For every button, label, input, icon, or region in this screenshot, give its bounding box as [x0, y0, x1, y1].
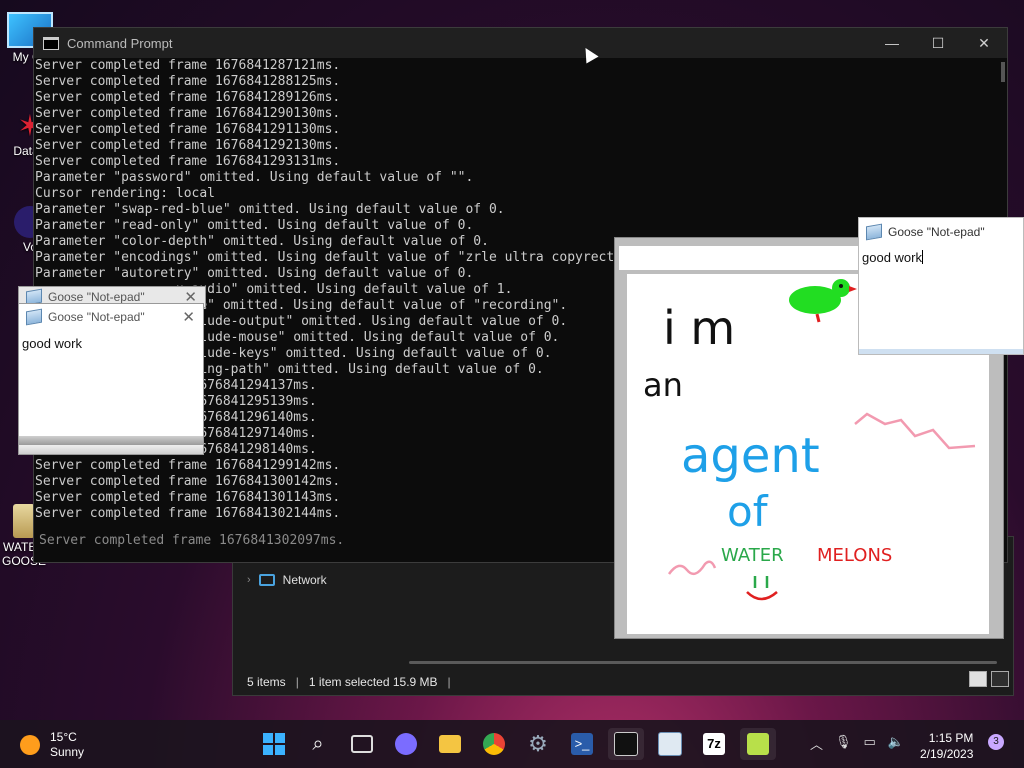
notepad-icon [26, 308, 42, 325]
tiles-view-button[interactable] [991, 671, 1009, 687]
status-selection: 1 item selected 15.9 MB [308, 675, 438, 689]
goose-sprite[interactable] [789, 279, 857, 323]
weather-description: Sunny [50, 745, 85, 759]
drawing-toolbar [619, 246, 859, 270]
nav-item-network[interactable]: › Network [247, 573, 327, 587]
console-line: Server completed frame 1676841289126ms. [35, 90, 341, 105]
powershell-icon: >_ [571, 733, 593, 755]
console-line: Cursor rendering: local [35, 186, 216, 201]
console-line: Server completed frame 1676841293131ms. [35, 154, 341, 169]
window-title: Goose "Not-epad" [48, 290, 145, 304]
goose-icon [747, 733, 769, 755]
drawing-text-water: WATER [721, 545, 784, 566]
note-text: good work [862, 250, 922, 265]
volume-icon[interactable]: 🔈 [888, 734, 904, 753]
status-item-count: 5 items [247, 675, 286, 689]
console-line: Server completed frame 1676841290130ms. [35, 106, 341, 121]
window-title: Goose "Not-epad" [48, 309, 145, 324]
terminal-icon [614, 732, 638, 756]
windows-icon [263, 733, 285, 755]
terminal-button[interactable] [608, 728, 644, 760]
title-bar[interactable]: Command Prompt — ☐ ✕ [34, 28, 1007, 58]
horizontal-scrollbar[interactable] [409, 661, 997, 664]
title-bar[interactable]: Goose "Not-epad" [859, 218, 1023, 246]
note-text-editor[interactable]: good work [859, 246, 1023, 265]
close-button[interactable]: ✕ [961, 35, 1007, 52]
drawing-text-im: i m [663, 301, 735, 355]
console-line: Server completed frame 1676841291130ms. [35, 122, 341, 137]
start-button[interactable] [256, 728, 292, 760]
sun-icon [20, 735, 40, 755]
status-separator: | [447, 675, 451, 689]
network-icon[interactable]: ▭ [864, 734, 876, 753]
console-line: Server completed frame 1676841288125ms. [35, 74, 341, 89]
chevron-up-icon[interactable]: ︿ [810, 734, 823, 753]
terminal-icon [43, 36, 59, 50]
minimize-button[interactable]: — [869, 35, 915, 51]
teams-button[interactable] [388, 728, 424, 760]
notification-badge[interactable]: 3 [988, 734, 1004, 750]
clock-date: 2/19/2023 [920, 747, 974, 761]
file-explorer-button[interactable] [432, 728, 468, 760]
text-caret [921, 250, 923, 264]
archive-icon [13, 504, 35, 538]
console-line-partial: Server completed frame 1676841302097ms. [39, 533, 345, 548]
drawing-text-melons: MELONS [817, 545, 892, 566]
drawing-text-of: of [727, 487, 769, 536]
window-footer [19, 436, 203, 454]
task-view-icon [351, 735, 373, 753]
window-footer [859, 349, 1023, 354]
taskbar: 15°C Sunny ⌕ ⚙ >_ 7z ︿ 🎙 ▭ 🔈 1:15 PM 2/1… [0, 720, 1024, 768]
note-text[interactable]: good work [19, 329, 203, 351]
maximize-button[interactable]: ☐ [915, 35, 961, 52]
clock-time: 1:15 PM [928, 731, 974, 745]
close-icon[interactable]: ✕ [182, 308, 195, 326]
system-tray: ︿ 🎙 ▭ 🔈 [810, 734, 904, 753]
clock[interactable]: 1:15 PM 2/19/2023 [920, 730, 973, 762]
chrome-button[interactable] [476, 728, 512, 760]
window-title: Command Prompt [67, 35, 173, 51]
window-title: Goose "Not-epad" [888, 225, 985, 239]
chevron-right-icon[interactable]: › [247, 574, 251, 586]
7zip-button[interactable]: 7z [696, 728, 732, 760]
search-button[interactable]: ⌕ [300, 728, 336, 760]
drawing-text-agent: agent [681, 428, 820, 484]
settings-button[interactable]: ⚙ [520, 728, 556, 760]
folder-icon [439, 735, 461, 753]
drawing-squiggle-pink-small [667, 560, 717, 576]
chrome-icon [483, 733, 505, 755]
network-icon [258, 574, 275, 586]
notepad-button[interactable] [652, 728, 688, 760]
view-toggle [969, 671, 1009, 687]
goose-button[interactable] [740, 728, 776, 760]
vertical-scrollbar[interactable] [1001, 62, 1005, 82]
drawing-text-an: an [643, 366, 683, 404]
notepad-window[interactable]: Goose "Not-epad" good work [858, 217, 1024, 355]
drawing-squiggle-pink [854, 412, 976, 450]
status-bar: 5 items | 1 item selected 15.9 MB | [247, 675, 451, 689]
powershell-button[interactable]: >_ [564, 728, 600, 760]
taskbar-apps: ⌕ ⚙ >_ 7z [256, 728, 776, 760]
chat-icon [395, 733, 417, 755]
weather-widget[interactable]: 15°C Sunny [20, 730, 84, 760]
notepad-icon [866, 223, 882, 241]
status-separator: | [295, 675, 299, 689]
7zip-icon: 7z [703, 733, 725, 755]
console-line: Server completed frame 1676841292130ms. [35, 138, 341, 153]
console-line: Parameter "swap-red-blue" omitted. Using… [35, 202, 505, 217]
drawing-smiley-mouth [746, 591, 778, 601]
nav-item-label: Network [282, 573, 327, 587]
gear-icon: ⚙ [528, 731, 548, 756]
notepad-icon [658, 732, 682, 756]
search-icon: ⌕ [312, 732, 324, 755]
microphone-icon[interactable]: 🎙 [835, 734, 852, 753]
console-line: Parameter "password" omitted. Using defa… [35, 170, 474, 185]
task-view-button[interactable] [344, 728, 380, 760]
details-view-button[interactable] [969, 671, 987, 687]
console-line: Server completed frame 1676841287121ms. [35, 58, 341, 73]
title-bar[interactable]: Goose "Not-epad" ✕ [19, 304, 203, 329]
weather-temperature: 15°C [50, 730, 77, 744]
notepad-window[interactable]: Goose "Not-epad" ✕ good work [18, 303, 204, 455]
